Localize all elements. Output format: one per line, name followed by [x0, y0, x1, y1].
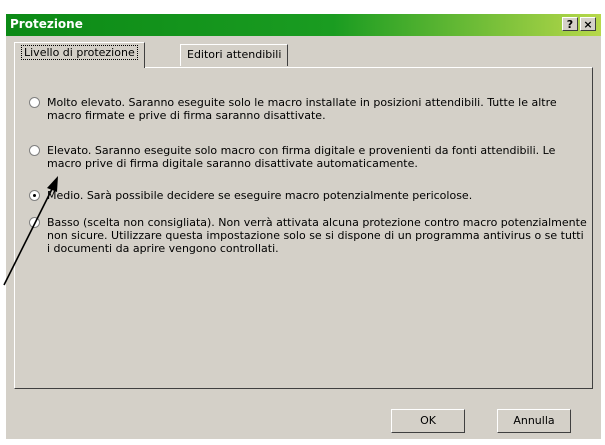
- title-bar[interactable]: Protezione ? ×: [6, 14, 601, 36]
- option-label: Molto elevato. Saranno eseguite solo le …: [47, 96, 557, 122]
- tab-label: Livello di protezione: [21, 45, 138, 60]
- radio-button[interactable]: [29, 97, 40, 108]
- option-label: Basso (scelta non consigliata). Non verr…: [47, 216, 587, 255]
- tab-security-level[interactable]: Livello di protezione: [14, 42, 145, 68]
- option-label: Medio. Sarà possibile decidere se esegui…: [47, 189, 473, 202]
- cancel-button[interactable]: Annulla: [497, 409, 571, 433]
- protection-dialog: Protezione ? × Livello di protezione Edi…: [6, 14, 601, 439]
- ok-button[interactable]: OK: [391, 409, 465, 433]
- option-label: Elevato. Saranno eseguite solo macro con…: [47, 144, 556, 170]
- radio-button[interactable]: [29, 217, 40, 228]
- help-button[interactable]: ?: [562, 17, 578, 31]
- close-button[interactable]: ×: [580, 17, 596, 31]
- radio-button-checked[interactable]: [29, 190, 40, 201]
- tab-trusted-publishers[interactable]: Editori attendibili: [180, 44, 289, 66]
- radio-button[interactable]: [29, 145, 40, 156]
- tab-panel: Molto elevato. Saranno eseguite solo le …: [14, 67, 593, 389]
- tab-label: Editori attendibili: [187, 48, 282, 61]
- dialog-title: Protezione: [10, 17, 83, 31]
